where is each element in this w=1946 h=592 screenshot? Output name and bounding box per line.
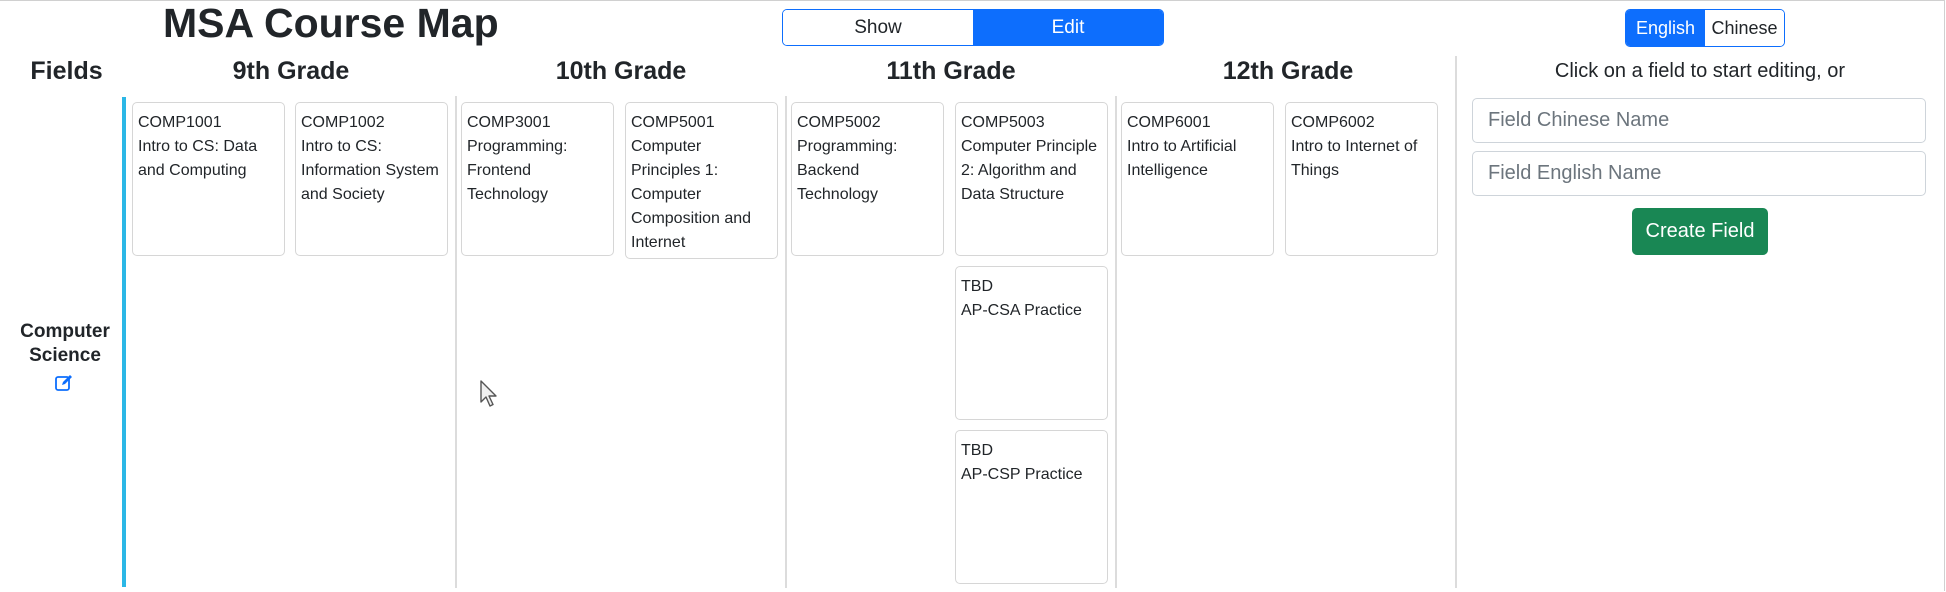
course-name: Computer Principles 1: Computer Composit… (631, 138, 752, 251)
course-name: Programming: Frontend Technology (467, 138, 568, 203)
field-name[interactable]: Computer Science (10, 320, 120, 368)
course-name: Programming: Backend Technology (797, 138, 898, 203)
field-chinese-name-input[interactable] (1472, 98, 1926, 143)
grade11-column-header: 11th Grade (886, 57, 1016, 85)
course-name: Intro to Artificial Intelligence (1127, 138, 1237, 179)
course-code: COMP6001 (1127, 114, 1211, 131)
course-code: COMP3001 (467, 114, 551, 131)
course-name: Intro to Internet of Things (1291, 138, 1418, 179)
mode-toggle: Show Edit (782, 9, 1164, 46)
course-card[interactable]: COMP5002 Programming: Backend Technology (791, 102, 944, 256)
create-field-button[interactable]: Create Field (1632, 208, 1768, 255)
course-code: TBD (961, 442, 993, 459)
field-accent-bar (122, 97, 126, 587)
course-name: Computer Principle 2: Algorithm and Data… (961, 138, 1098, 203)
course-card[interactable]: COMP3001 Programming: Frontend Technolog… (461, 102, 614, 256)
field-english-name-input[interactable] (1472, 151, 1926, 196)
english-language-button[interactable]: English (1626, 10, 1705, 46)
field-name-line2: Science (29, 345, 101, 366)
course-card[interactable]: COMP5001 Computer Principles 1: Computer… (625, 102, 778, 259)
grade-divider (455, 96, 457, 588)
page-title: MSA Course Map (163, 0, 499, 46)
grade-divider (1115, 96, 1117, 588)
field-name-line1: Computer (20, 321, 110, 342)
course-name: AP-CSA Practice (961, 302, 1082, 319)
course-card[interactable]: TBD AP-CSP Practice (955, 430, 1108, 584)
course-code: TBD (961, 278, 993, 295)
course-code: COMP5002 (797, 114, 881, 131)
course-code: COMP1001 (138, 114, 222, 131)
panel-prompt: Click on a field to start editing, or (1554, 60, 1846, 82)
course-card[interactable]: COMP6001 Intro to Artificial Intelligenc… (1121, 102, 1274, 256)
course-code: COMP6002 (1291, 114, 1375, 131)
show-mode-button[interactable]: Show (783, 10, 973, 45)
fields-column-header: Fields (30, 57, 103, 85)
grade-divider (785, 96, 787, 588)
grade9-column-header: 9th Grade (232, 57, 350, 85)
course-code: COMP5003 (961, 114, 1045, 131)
course-name: Intro to CS: Information System and Soci… (301, 138, 439, 203)
chinese-language-button[interactable]: Chinese (1705, 10, 1784, 46)
course-card[interactable]: COMP5003 Computer Principle 2: Algorithm… (955, 102, 1108, 256)
edit-icon[interactable] (54, 373, 74, 393)
course-code: COMP5001 (631, 114, 715, 131)
course-name: AP-CSP Practice (961, 466, 1083, 483)
course-card[interactable]: TBD AP-CSA Practice (955, 266, 1108, 420)
panel-divider (1455, 56, 1457, 588)
course-card[interactable]: COMP6002 Intro to Internet of Things (1285, 102, 1438, 256)
grade12-column-header: 12th Grade (1222, 57, 1354, 85)
mouse-pointer-icon (480, 380, 497, 407)
course-card[interactable]: COMP1002 Intro to CS: Information System… (295, 102, 448, 256)
course-name: Intro to CS: Data and Computing (138, 138, 258, 179)
course-code: COMP1002 (301, 114, 385, 131)
course-card[interactable]: COMP1001 Intro to CS: Data and Computing (132, 102, 285, 256)
grade10-column-header: 10th Grade (555, 57, 687, 85)
language-toggle: English Chinese (1625, 9, 1785, 47)
edit-mode-button[interactable]: Edit (973, 10, 1163, 45)
